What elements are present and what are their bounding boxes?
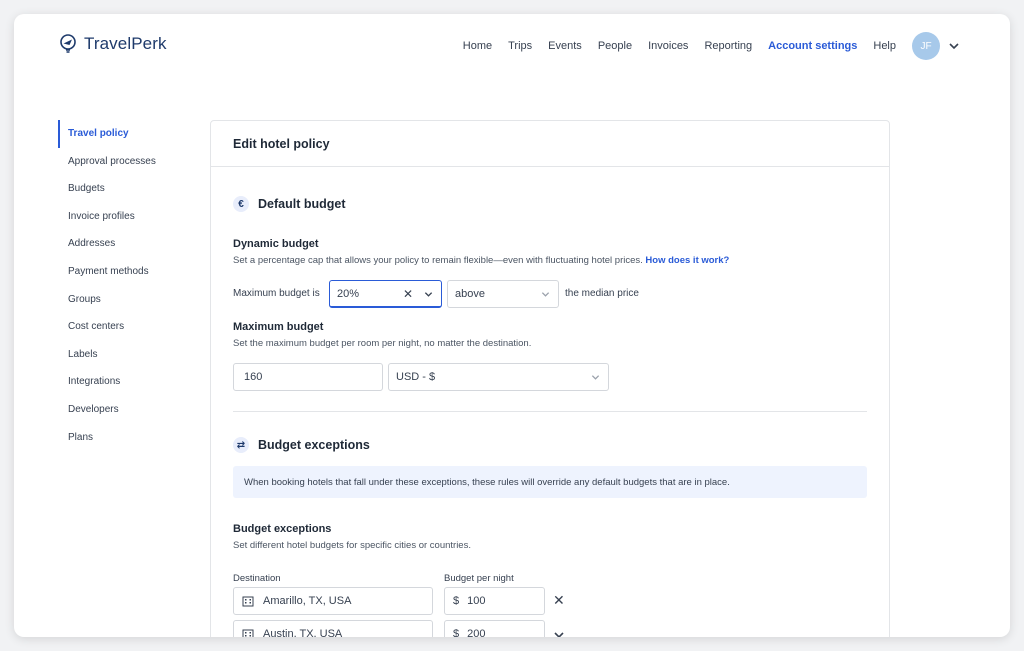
sidebar-item-payment-methods[interactable]: Payment methods (58, 258, 198, 286)
chevron-down-icon (591, 375, 600, 380)
destination-input[interactable]: Austin, TX, USA (233, 620, 433, 637)
nav-home[interactable]: Home (463, 40, 492, 52)
euro-icon: € (233, 196, 249, 212)
sidebar-item-plans[interactable]: Plans (58, 424, 198, 452)
exceptions-info-banner: When booking hotels that fall under thes… (233, 466, 867, 498)
card-title: Edit hotel policy (233, 137, 330, 151)
currency-symbol: $ (453, 595, 460, 607)
direction-select[interactable]: above (447, 280, 559, 308)
hotel-policy-card: Edit hotel policy € Default budget Dynam… (210, 120, 890, 637)
percent-select[interactable]: 20% ✕ (329, 280, 442, 308)
user-avatar[interactable]: JF (912, 32, 940, 60)
budget-per-night-input[interactable]: $ 200 (444, 620, 545, 637)
nav-invoices[interactable]: Invoices (648, 40, 688, 52)
destination-value: Amarillo, TX, USA (263, 595, 352, 607)
percent-select-value: 20% (337, 287, 360, 300)
sidebar-item-travel-policy[interactable]: Travel policy (58, 120, 198, 148)
nav-reporting[interactable]: Reporting (704, 40, 752, 52)
budget-exceptions-description: Set different hotel budgets for specific… (233, 540, 471, 551)
destination-value: Austin, TX, USA (263, 628, 343, 637)
sidebar-item-integrations[interactable]: Integrations (58, 368, 198, 396)
destination-column-header: Destination (233, 573, 281, 584)
maximum-budget-prefix-label: Maximum budget is (233, 288, 320, 299)
chevron-down-icon (541, 292, 550, 297)
clear-icon[interactable]: ✕ (403, 288, 413, 300)
maximum-budget-description: Set the maximum budget per room per nigh… (233, 338, 532, 349)
budget-exceptions-title: Budget exceptions (258, 438, 370, 452)
currency-select-value: USD - $ (396, 371, 436, 383)
remove-row-icon[interactable]: ✕ (553, 593, 565, 607)
sidebar-item-groups[interactable]: Groups (58, 286, 198, 314)
sidebar-item-addresses[interactable]: Addresses (58, 230, 198, 258)
chevron-down-icon (424, 291, 433, 297)
currency-select[interactable]: USD - $ (388, 363, 609, 391)
sidebar-item-cost-centers[interactable]: Cost centers (58, 313, 198, 341)
chevron-down-icon[interactable] (948, 40, 960, 52)
currency-symbol: $ (453, 628, 460, 637)
budget-per-night-input[interactable]: $ 100 (444, 587, 545, 615)
sidebar-item-invoice-profiles[interactable]: Invoice profiles (58, 203, 198, 231)
settings-sidebar: Travel policy Approval processes Budgets… (58, 120, 198, 451)
budget-per-night-value: 200 (467, 628, 486, 637)
section-divider (233, 411, 867, 412)
nav-events[interactable]: Events (548, 40, 582, 52)
budget-exceptions-subtitle: Budget exceptions (233, 523, 332, 535)
top-nav: Home Trips Events People Invoices Report… (447, 32, 960, 60)
building-icon (242, 629, 254, 637)
sidebar-item-labels[interactable]: Labels (58, 341, 198, 369)
app-window: TravelPerk Home Trips Events People Invo… (14, 14, 1010, 637)
nav-help[interactable]: Help (873, 40, 896, 52)
direction-select-value: above (455, 288, 485, 300)
plane-balloon-icon (60, 34, 76, 53)
nav-account-settings[interactable]: Account settings (768, 40, 857, 52)
destination-input[interactable]: Amarillo, TX, USA (233, 587, 433, 615)
building-icon (242, 596, 254, 607)
maximum-budget-input[interactable]: 160 (233, 363, 383, 391)
dynamic-budget-title: Dynamic budget (233, 238, 319, 250)
median-price-suffix-label: the median price (565, 288, 639, 299)
swap-arrows-icon: ⇄ (233, 437, 249, 453)
sidebar-item-developers[interactable]: Developers (58, 396, 198, 424)
default-budget-title: Default budget (258, 197, 346, 211)
dynamic-budget-description-text: Set a percentage cap that allows your po… (233, 255, 643, 266)
sidebar-item-approval-processes[interactable]: Approval processes (58, 148, 198, 176)
maximum-budget-value: 160 (244, 371, 263, 383)
brand-logo[interactable]: TravelPerk (58, 34, 167, 54)
maximum-budget-title: Maximum budget (233, 321, 324, 333)
dynamic-budget-description: Set a percentage cap that allows your po… (233, 255, 729, 266)
sidebar-item-budgets[interactable]: Budgets (58, 175, 198, 203)
nav-trips[interactable]: Trips (508, 40, 532, 52)
how-does-it-work-link[interactable]: How does it work? (645, 255, 729, 266)
brand-name: TravelPerk (84, 34, 167, 53)
chevron-down-icon[interactable] (553, 629, 565, 637)
budget-column-header: Budget per night (444, 573, 514, 584)
budget-per-night-value: 100 (467, 595, 486, 607)
nav-people[interactable]: People (598, 40, 632, 52)
